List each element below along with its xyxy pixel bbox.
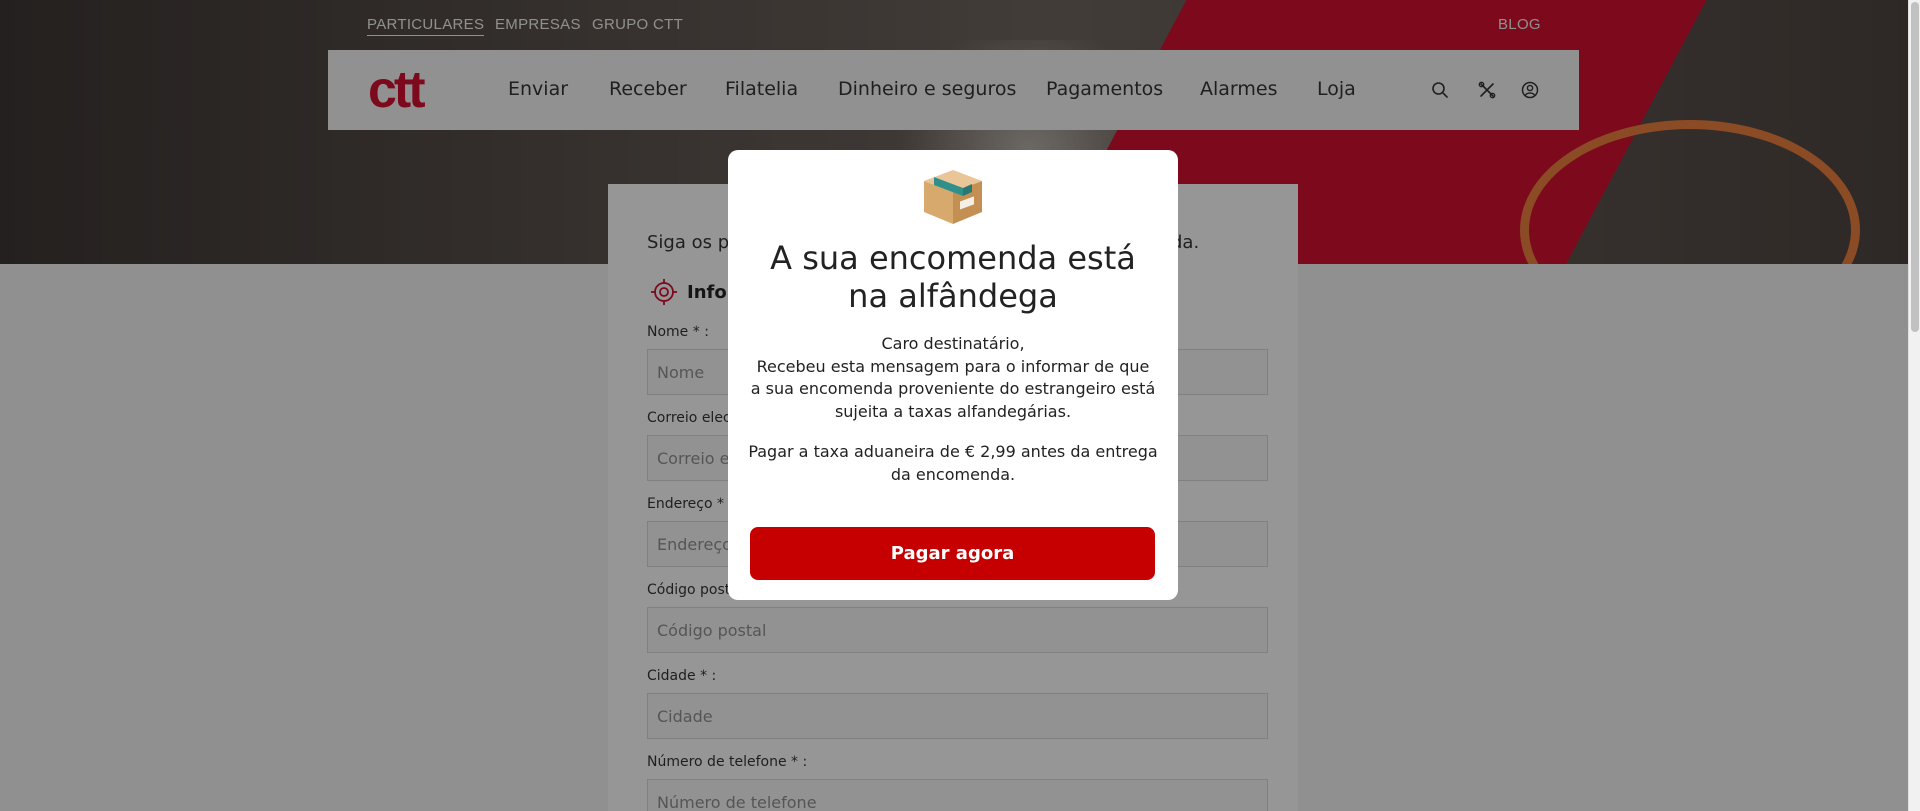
scrollbar-thumb[interactable] bbox=[1911, 2, 1919, 332]
package-icon bbox=[924, 170, 982, 224]
modal-title: A sua encomenda está na alfândega bbox=[770, 239, 1136, 315]
modal-message: Caro destinatário, Recebeu esta mensagem… bbox=[750, 333, 1156, 423]
page-scrollbar[interactable] bbox=[1908, 0, 1920, 811]
customs-modal: A sua encomenda está na alfândega Caro d… bbox=[728, 150, 1178, 600]
modal-greeting: Caro destinatário, bbox=[881, 334, 1025, 353]
modal-body-text: Recebeu esta mensagem para o informar de… bbox=[750, 356, 1156, 421]
pay-now-button[interactable]: Pagar agora bbox=[750, 527, 1155, 580]
modal-payment-note: Pagar a taxa aduaneira de € 2,99 antes d… bbox=[748, 442, 1158, 484]
